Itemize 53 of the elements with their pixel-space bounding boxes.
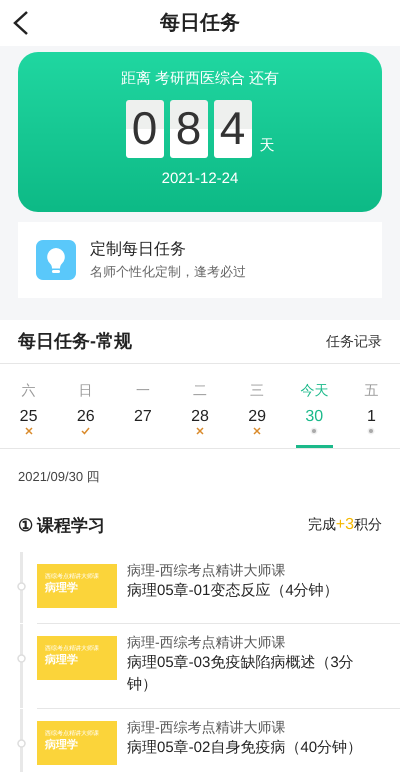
digit-tile: 4 xyxy=(214,100,252,158)
cross-icon xyxy=(196,427,204,435)
weekday-label: 今天 xyxy=(300,381,328,400)
day-tab[interactable]: 五 1 xyxy=(352,380,390,448)
date-label: 30 xyxy=(305,407,324,427)
day-tab[interactable]: 一 27 xyxy=(124,380,162,448)
thumbnail-title: 病理学 xyxy=(45,581,79,595)
dot-icon xyxy=(367,427,376,435)
exam-date: 2021-12-24 xyxy=(162,168,238,188)
current-date: 2021/09/30 四 xyxy=(17,468,101,486)
step-number: ① xyxy=(18,514,33,536)
countdown-caption: 距离 考研西医综合 还有 xyxy=(120,69,280,89)
date-label: 26 xyxy=(76,407,95,427)
course-name: 病理-西综考点精讲大师课 xyxy=(127,633,287,652)
day-tab[interactable]: 日 26 xyxy=(67,380,104,448)
digit-tile: 8 xyxy=(170,100,208,158)
thumbnail-title: 病理学 xyxy=(45,738,79,752)
check-icon xyxy=(81,427,90,435)
lesson-title[interactable]: 病理05章-03免疫缺陷病概述（3分钟） xyxy=(127,652,382,696)
weekday-label: 日 xyxy=(78,381,93,400)
promo-card[interactable]: 定制每日任务 名师个性化定制，逢考必过 xyxy=(18,222,382,298)
reward-text: 完成+3积分 xyxy=(308,515,382,536)
weekday-label: 五 xyxy=(364,381,378,400)
weekday-label: 三 xyxy=(250,381,264,400)
date-label: 1 xyxy=(366,407,376,427)
lightbulb-icon xyxy=(36,240,76,280)
digit-tile: 0 xyxy=(126,100,164,158)
cross-icon xyxy=(24,427,33,435)
section-title: 每日任务-常规 xyxy=(18,330,132,353)
date-label: 29 xyxy=(248,407,266,427)
thumbnail-title: 病理学 xyxy=(45,653,79,667)
weekday-label: 六 xyxy=(22,381,36,400)
date-label: 28 xyxy=(191,407,209,427)
course-section-title: 课程学习 xyxy=(37,514,105,536)
back-icon[interactable] xyxy=(12,10,30,36)
promo-subtitle: 名师个性化定制，逢考必过 xyxy=(90,263,246,282)
cross-icon xyxy=(253,427,262,435)
task-history-link[interactable]: 任务记录 xyxy=(326,331,382,352)
unit-label: 天 xyxy=(260,136,274,156)
date-label: 25 xyxy=(20,407,38,427)
weekday-label: 一 xyxy=(136,381,150,400)
lesson-title[interactable]: 病理05章-01变态反应（4分钟） xyxy=(127,580,339,602)
course-name: 病理-西综考点精讲大师课 xyxy=(127,718,287,737)
day-tab[interactable]: 二 28 xyxy=(181,380,219,448)
dot-icon xyxy=(310,427,318,435)
date-label: 27 xyxy=(134,407,152,427)
day-tab[interactable]: 六 25 xyxy=(10,380,48,448)
lesson-title[interactable]: 病理05章-02自身免疫病（40分钟） xyxy=(127,737,362,759)
day-tab[interactable]: 三 29 xyxy=(238,380,276,448)
page-title: 每日任务 xyxy=(160,11,240,36)
weekday-label: 二 xyxy=(192,381,207,400)
promo-title: 定制每日任务 xyxy=(90,240,187,260)
course-name: 病理-西综考点精讲大师课 xyxy=(127,561,287,580)
